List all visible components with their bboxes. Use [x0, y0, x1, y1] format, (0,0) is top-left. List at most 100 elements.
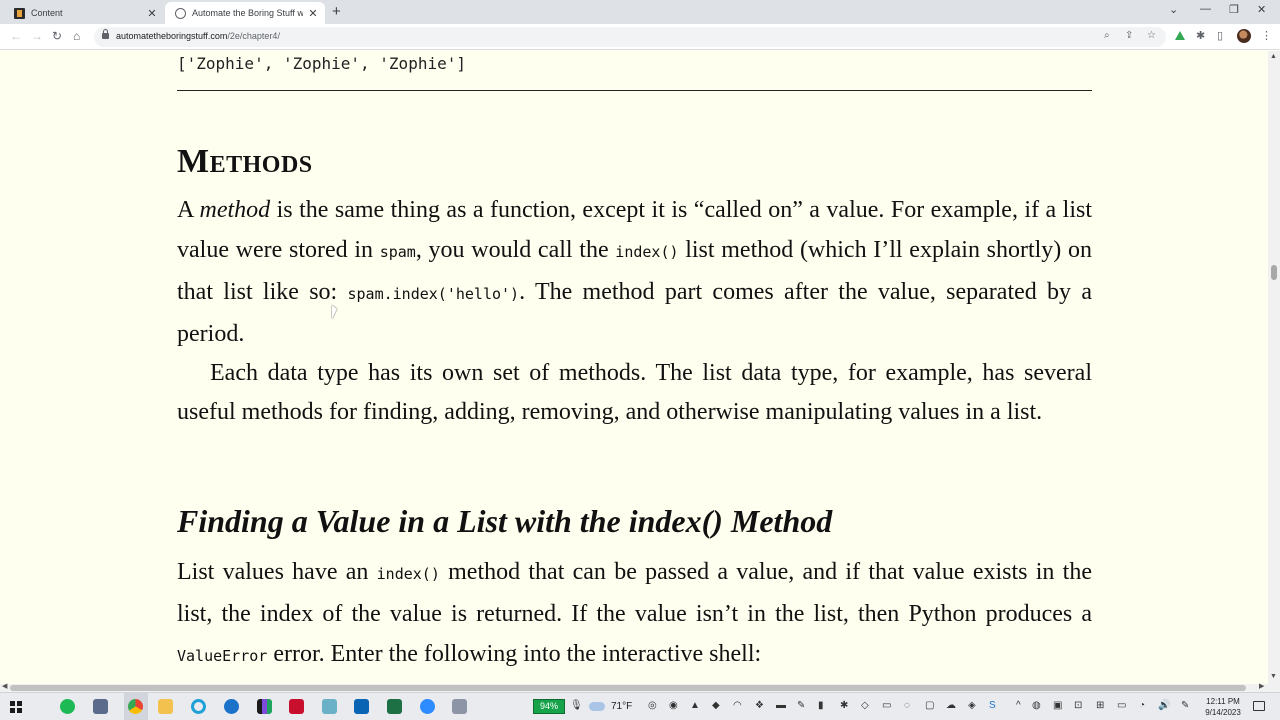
- tray-app-icon[interactable]: ✎: [797, 700, 805, 711]
- bookmark-star-icon[interactable]: ☆: [1147, 30, 1156, 41]
- pen-workspace-icon[interactable]: ✎: [1181, 700, 1189, 711]
- tab-content[interactable]: Content ✕: [4, 2, 164, 24]
- taskbar: 94% 🎙 71°F ◎ ◉ ▲ ◆ ◠ ❖ ▬ ✎ ▮ ✱ ◇ ▭ ◌ ▢ ☁…: [0, 692, 1280, 720]
- inline-code: index(): [615, 243, 679, 261]
- content-favicon-icon: [14, 7, 25, 19]
- weather-temperature[interactable]: 71°F: [611, 701, 632, 712]
- tray-app-icon[interactable]: ▢: [925, 700, 934, 711]
- horizontal-scrollbar[interactable]: ◀ ▶: [0, 682, 1268, 692]
- data-type-paragraph: Each data type has its own set of method…: [177, 360, 1092, 425]
- power-tray-icon[interactable]: ▭: [1117, 700, 1126, 711]
- text: A: [177, 197, 200, 223]
- subsection-heading: Finding a Value in a List with the index…: [177, 503, 833, 539]
- dropbox-tray-icon[interactable]: ❖: [755, 700, 764, 711]
- battery-indicator[interactable]: 94%: [533, 699, 565, 714]
- home-button[interactable]: ⌂: [73, 29, 80, 43]
- cortana-icon[interactable]: [191, 699, 206, 714]
- microphone-icon[interactable]: 🎙: [570, 700, 583, 711]
- weather-icon[interactable]: [589, 702, 605, 711]
- chrome-menu-icon[interactable]: ⋮: [1261, 29, 1272, 42]
- tray-app-icon[interactable]: ◆: [712, 700, 720, 711]
- taskbar-clock[interactable]: 12:11 PM 9/14/2023: [1198, 696, 1248, 718]
- profile-avatar[interactable]: [1237, 29, 1251, 43]
- methods-paragraph: A method is the same thing as a function…: [177, 190, 1092, 354]
- chrome-icon[interactable]: [128, 699, 143, 714]
- document-app-icon[interactable]: [452, 699, 467, 714]
- udemy-icon[interactable]: [289, 699, 304, 714]
- slack-icon[interactable]: [257, 699, 272, 714]
- tray-app-icon[interactable]: ◈: [968, 700, 976, 711]
- headset-tray-icon[interactable]: ◍: [1032, 700, 1041, 711]
- vertical-scrollbar[interactable]: ▲ ▼: [1268, 51, 1280, 684]
- skype-tray-icon[interactable]: S: [989, 700, 996, 711]
- scroll-up-arrow-icon[interactable]: ▲: [1270, 53, 1277, 60]
- new-tab-button[interactable]: +: [332, 3, 341, 20]
- tab-close-icon[interactable]: ✕: [146, 7, 158, 20]
- drive-tray-icon[interactable]: ▲: [690, 700, 700, 711]
- google-drive-extension-icon[interactable]: [1175, 31, 1185, 40]
- section-heading: Methods: [177, 143, 313, 180]
- inline-code: spam.index('hello'): [347, 285, 520, 303]
- share-icon[interactable]: ⇪: [1125, 30, 1133, 41]
- volume-icon[interactable]: 🔊: [1158, 700, 1170, 711]
- scroll-left-arrow-icon[interactable]: ◀: [2, 682, 7, 690]
- page-viewport: ['Zophie', 'Zophie', 'Zophie'] Methods A…: [0, 51, 1268, 684]
- tray-app-icon[interactable]: ◎: [648, 700, 657, 711]
- outlook-icon[interactable]: [354, 699, 369, 714]
- tray-app-icon[interactable]: ▣: [1053, 700, 1062, 711]
- text: error. Enter the following into the inte…: [267, 641, 762, 667]
- tray-app-icon[interactable]: ⊞: [1096, 700, 1104, 711]
- tray-app-icon[interactable]: ◌: [904, 700, 910, 711]
- excel-icon[interactable]: [387, 699, 402, 714]
- horizontal-scroll-thumb[interactable]: [10, 685, 1246, 691]
- wifi-icon[interactable]: ◔: [1139, 700, 1145, 711]
- tray-app-icon[interactable]: ▭: [882, 700, 891, 711]
- sync-tray-icon[interactable]: ◠: [733, 700, 742, 711]
- reload-button[interactable]: ↻: [52, 29, 62, 43]
- zoom-icon[interactable]: ⌕: [1104, 30, 1110, 41]
- discord-tray-icon[interactable]: ◉: [669, 700, 678, 711]
- spotify-icon[interactable]: [60, 699, 75, 714]
- side-panel-icon[interactable]: ▯: [1217, 29, 1223, 42]
- close-window-button[interactable]: ✕: [1257, 3, 1266, 16]
- show-hidden-icons-chevron[interactable]: ^: [1016, 700, 1021, 711]
- zoom-app-icon[interactable]: [420, 699, 435, 714]
- bluetooth-tray-icon[interactable]: ✱: [840, 700, 848, 711]
- scroll-down-arrow-icon[interactable]: ▼: [1270, 673, 1277, 680]
- url-domain: automatetheboringstuff.com: [116, 31, 228, 41]
- scroll-right-arrow-icon[interactable]: ▶: [1259, 682, 1264, 690]
- tab-close-icon[interactable]: ✕: [307, 7, 319, 20]
- notification-center-icon[interactable]: [1253, 701, 1265, 711]
- vertical-scroll-thumb[interactable]: [1271, 265, 1277, 280]
- windows-start-icon[interactable]: [10, 701, 22, 713]
- tray-app-icon[interactable]: ◇: [861, 700, 869, 711]
- tray-app-icon[interactable]: ⊡: [1074, 700, 1082, 711]
- tab-search-icon[interactable]: ⌄: [1169, 3, 1178, 16]
- clock-time: 12:11 PM: [1206, 697, 1240, 706]
- tray-app-icon[interactable]: ▬: [776, 700, 786, 711]
- url-path: /2e/chapter4/: [227, 31, 280, 41]
- forward-button[interactable]: →: [31, 29, 43, 43]
- browser-toolbar: ← → ↻ ⌂ automatetheboringstuff.com/2e/ch…: [0, 24, 1280, 50]
- extensions-icon[interactable]: ✱: [1196, 29, 1205, 42]
- file-explorer-icon[interactable]: [158, 699, 173, 714]
- mouse-cursor-icon: [332, 305, 337, 319]
- edge-icon[interactable]: [224, 699, 239, 714]
- url-text[interactable]: automatetheboringstuff.com/2e/chapter4/: [116, 31, 280, 41]
- inline-code: spam: [379, 243, 416, 261]
- back-button[interactable]: ←: [10, 29, 22, 43]
- mic-tray-icon[interactable]: ▮: [818, 700, 824, 711]
- lock-icon[interactable]: [102, 29, 109, 39]
- notepad-icon[interactable]: [322, 699, 337, 714]
- tab-automate-boring-stuff[interactable]: Automate the Boring Stuff with P… ✕: [165, 2, 325, 24]
- minimize-button[interactable]: —: [1200, 3, 1211, 15]
- tray-app-icon[interactable]: ☁: [946, 700, 956, 711]
- section-divider: [177, 90, 1092, 91]
- text: , you would call the: [415, 237, 616, 263]
- scrollbar-corner: [1268, 684, 1280, 692]
- address-bar[interactable]: automatetheboringstuff.com/2e/chapter4/ …: [94, 27, 1166, 47]
- maximize-button[interactable]: ❐: [1229, 3, 1239, 16]
- globe-favicon-icon: [175, 7, 186, 19]
- inline-code: ValueError: [177, 647, 268, 665]
- network-tool-icon[interactable]: [93, 699, 108, 714]
